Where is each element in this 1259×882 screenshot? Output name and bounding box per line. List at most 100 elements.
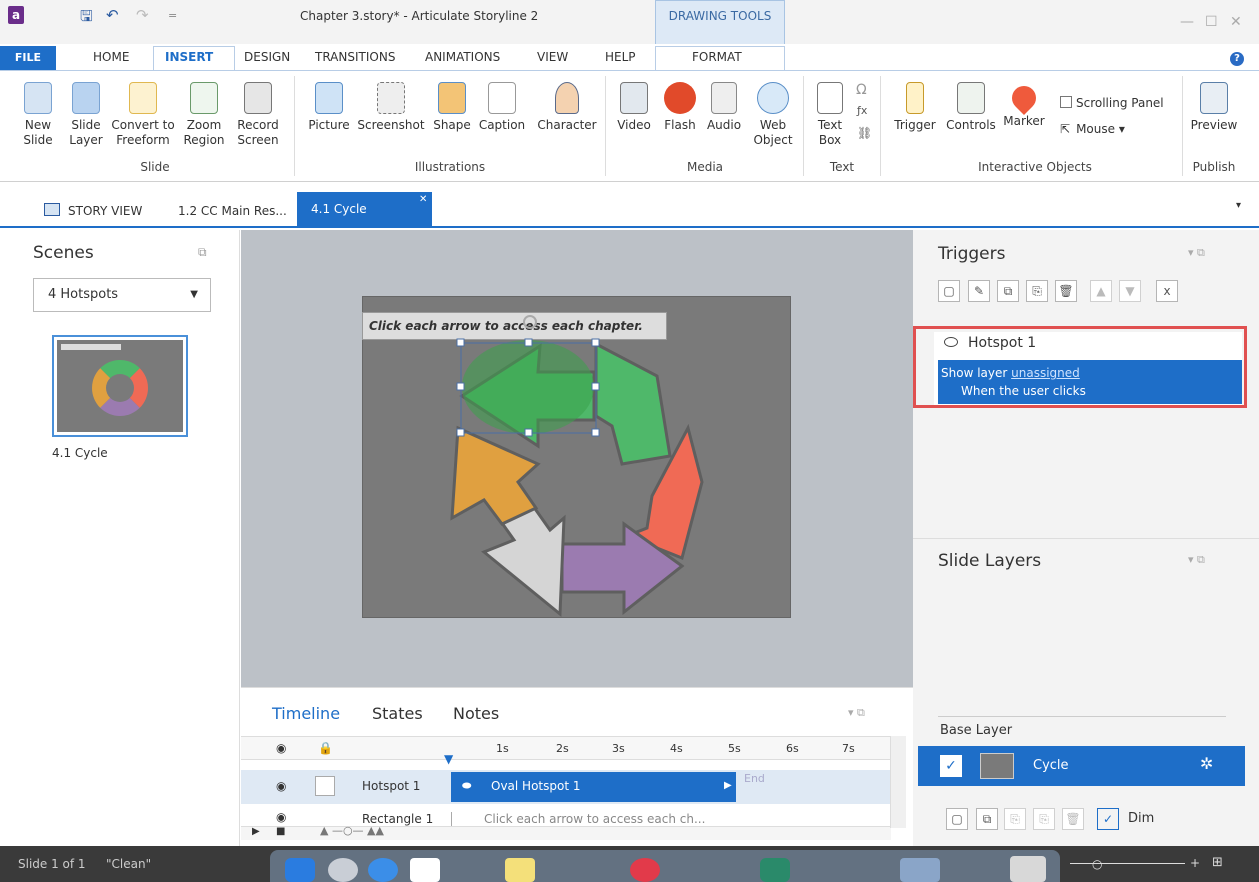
move-up-icon[interactable]: ▲: [1090, 280, 1112, 302]
customize-qat-icon[interactable]: =: [168, 9, 177, 22]
zoom-slider[interactable]: [1070, 863, 1185, 864]
record-screen-button[interactable]: Record Screen: [233, 82, 283, 148]
mouse-button[interactable]: ⇱ Mouse ▾: [1060, 122, 1125, 136]
slide-thumbnail[interactable]: [52, 335, 188, 437]
row-name: Hotspot 1: [362, 779, 421, 793]
trash-icon[interactable]: [1010, 856, 1046, 882]
tab-list-dropdown-icon[interactable]: ▾: [1236, 200, 1241, 211]
paste-layer-icon[interactable]: ⎘: [1033, 808, 1055, 830]
character-button[interactable]: Character: [535, 82, 599, 133]
tick-label: 5s: [728, 742, 741, 755]
marker-button[interactable]: Marker: [1000, 81, 1048, 129]
zoom-in-icon[interactable]: +: [1190, 856, 1200, 870]
close-tab-icon[interactable]: ✕: [419, 194, 427, 205]
panel-float-icon[interactable]: ⧉: [198, 245, 207, 260]
picture-button[interactable]: Picture: [304, 82, 354, 133]
lock-checkbox[interactable]: [315, 776, 335, 796]
tab-format[interactable]: FORMAT: [692, 50, 742, 64]
eye-icon[interactable]: ◉: [276, 779, 286, 793]
tab-timeline[interactable]: Timeline: [272, 704, 340, 723]
tab-slide-1-2[interactable]: 1.2 CC Main Res...: [178, 204, 287, 218]
tab-states[interactable]: States: [372, 704, 423, 723]
zoom-knob-icon[interactable]: ○: [1092, 857, 1102, 871]
minimize-icon[interactable]: —: [1180, 14, 1194, 30]
redo-icon[interactable]: ↷: [136, 6, 149, 24]
copy-layer-icon[interactable]: ⎘: [1004, 808, 1026, 830]
launchpad-icon[interactable]: [328, 858, 358, 882]
trigger-button[interactable]: Trigger: [890, 82, 940, 133]
paste-trigger-icon[interactable]: ⎘: [1026, 280, 1048, 302]
panel-collapse-icon[interactable]: ▾ ⧉: [1188, 246, 1205, 260]
audio-button[interactable]: Audio: [703, 82, 745, 133]
base-layer-row[interactable]: [918, 746, 1245, 786]
tab-view[interactable]: VIEW: [537, 50, 568, 64]
help-icon[interactable]: ?: [1230, 52, 1244, 66]
video-button[interactable]: Video: [612, 82, 656, 133]
timeline-scrollbar[interactable]: [890, 736, 906, 828]
tab-design[interactable]: DESIGN: [244, 50, 290, 64]
panel-collapse-icon[interactable]: ▾ ⧉: [1188, 553, 1205, 567]
app-icon[interactable]: [760, 858, 790, 882]
eye-icon[interactable]: ◉: [276, 810, 286, 824]
variables-icon[interactable]: x: [1156, 280, 1178, 302]
new-layer-icon[interactable]: ▢: [946, 808, 968, 830]
convert-freeform-button[interactable]: Convert to Freeform: [110, 82, 176, 148]
symbol-icon[interactable]: Ω: [856, 82, 867, 98]
lightning-icon: [906, 82, 924, 114]
edit-trigger-icon[interactable]: ✎: [968, 280, 990, 302]
undo-icon[interactable]: ↶: [106, 6, 119, 24]
tab-slide-4-1[interactable]: 4.1 Cycle: [297, 192, 432, 228]
tab-notes[interactable]: Notes: [453, 704, 499, 723]
safari-icon[interactable]: [368, 858, 398, 882]
folder-icon[interactable]: [900, 858, 940, 882]
tab-file[interactable]: FILE: [0, 46, 56, 70]
fit-to-window-icon[interactable]: ⊞: [1212, 855, 1223, 870]
delete-layer-icon[interactable]: 🗑: [1062, 808, 1084, 830]
new-trigger-icon[interactable]: ▢: [938, 280, 960, 302]
hyperlink-icon[interactable]: ⛓: [857, 126, 872, 140]
playhead-icon[interactable]: ▼: [444, 752, 453, 766]
stop-icon[interactable]: ■: [276, 826, 285, 837]
maximize-icon[interactable]: ☐: [1205, 14, 1218, 30]
shape-button[interactable]: Shape: [430, 82, 474, 133]
save-icon[interactable]: 🖫: [80, 6, 93, 31]
tab-story-view[interactable]: STORY VIEW: [68, 204, 142, 218]
eye-icon[interactable]: ◉: [276, 741, 286, 755]
web-object-button[interactable]: Web Object: [750, 82, 796, 148]
caption-button[interactable]: Caption: [477, 82, 527, 133]
delete-trigger-icon[interactable]: 🗑: [1055, 280, 1077, 302]
music-icon[interactable]: [630, 858, 660, 882]
equation-icon[interactable]: ƒx: [857, 104, 867, 117]
lock-icon[interactable]: 🔒: [318, 741, 333, 755]
play-icon[interactable]: ▶: [252, 826, 260, 837]
zoom-region-button[interactable]: Zoom Region: [180, 82, 228, 148]
duplicate-layer-icon[interactable]: ⧉: [976, 808, 998, 830]
controls-button[interactable]: Controls: [942, 82, 1000, 133]
layer-visible-checkbox[interactable]: ✓: [940, 755, 962, 777]
calendar-icon[interactable]: [410, 858, 440, 882]
move-down-icon[interactable]: ▼: [1119, 280, 1141, 302]
text-box-button[interactable]: Text Box: [810, 82, 850, 148]
new-slide-button[interactable]: New Slide: [20, 82, 56, 148]
tab-help[interactable]: HELP: [605, 50, 636, 64]
scene-select[interactable]: 4 Hotspots ▼: [33, 278, 211, 312]
screenshot-button[interactable]: Screenshot: [355, 82, 427, 133]
bar-expand-icon[interactable]: ▶: [724, 780, 732, 791]
flash-button[interactable]: Flash: [660, 82, 700, 133]
tab-transitions[interactable]: TRANSITIONS: [315, 50, 395, 64]
tab-home[interactable]: HOME: [93, 50, 129, 64]
tab-animations[interactable]: ANIMATIONS: [425, 50, 500, 64]
close-window-icon[interactable]: ✕: [1230, 14, 1242, 30]
dim-checkbox[interactable]: ✓: [1097, 808, 1119, 830]
timeline-row[interactable]: ◉ Rectangle 1 Click each arrow to access…: [241, 806, 891, 826]
zoom-slider-icon[interactable]: ▲ —○— ▲▲: [320, 824, 384, 837]
preview-button[interactable]: Preview: [1188, 82, 1240, 133]
notes-icon[interactable]: [505, 858, 535, 882]
gear-icon[interactable]: ✲: [1200, 754, 1213, 773]
finder-icon[interactable]: [285, 858, 315, 882]
scrolling-panel-button[interactable]: Scrolling Panel: [1060, 96, 1164, 110]
panel-collapse-icon[interactable]: ▾ ⧉: [848, 706, 865, 720]
copy-trigger-icon[interactable]: ⧉: [997, 280, 1019, 302]
slide-layer-button[interactable]: Slide Layer: [66, 82, 106, 148]
tab-insert[interactable]: INSERT: [165, 50, 213, 64]
